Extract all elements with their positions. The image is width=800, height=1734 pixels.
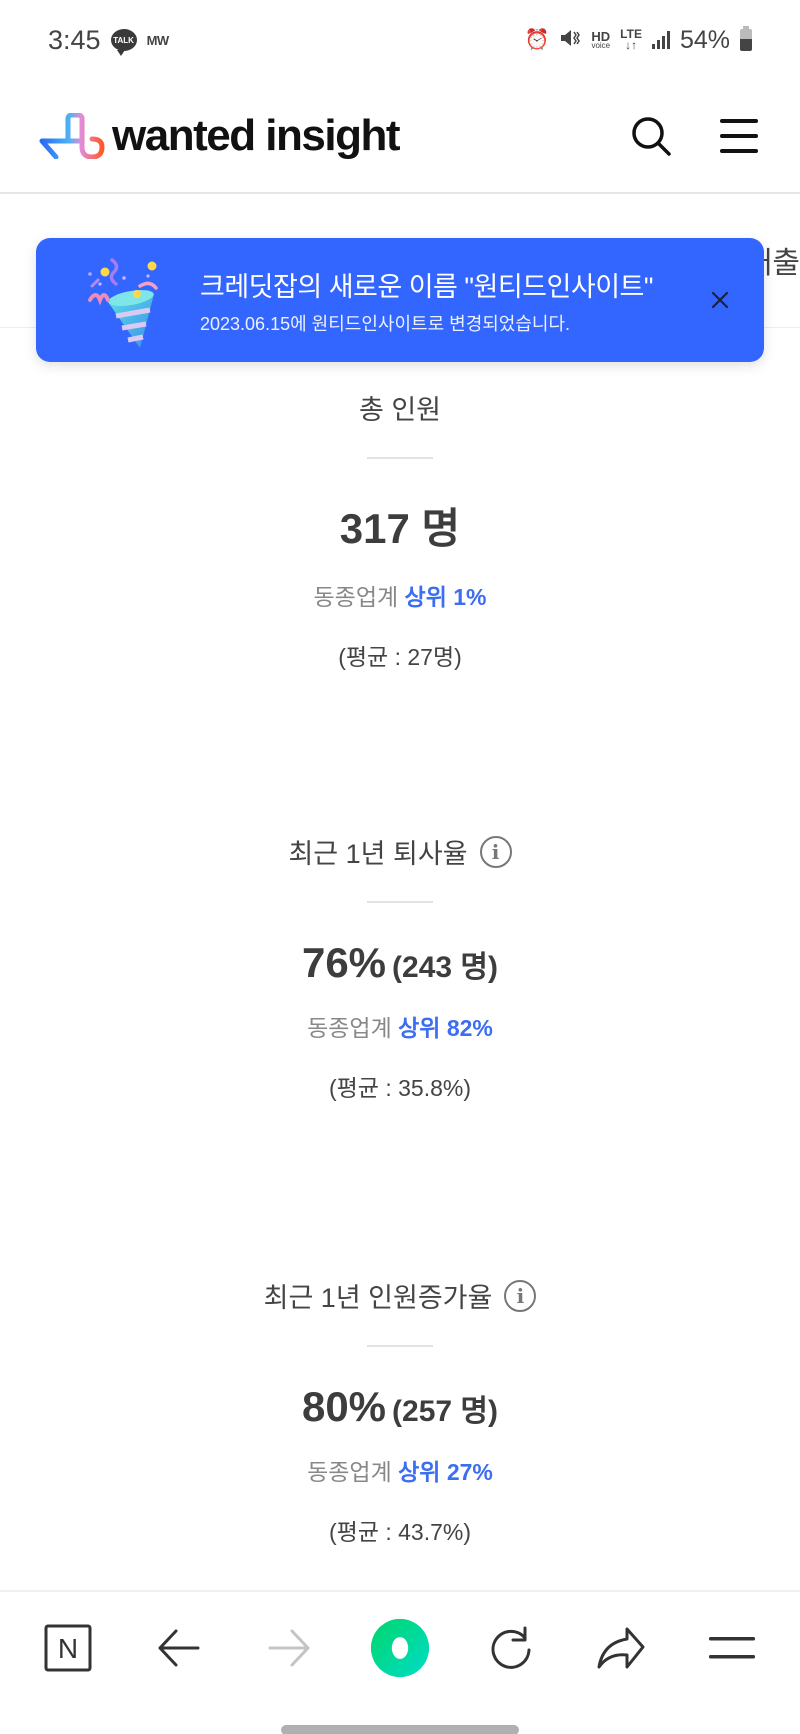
mute-vibrate-icon	[559, 27, 581, 53]
stat-average: (평균 : 43.7%)	[328, 1519, 472, 1545]
stat-title-text: 최근 1년 퇴사율	[288, 839, 468, 869]
stat-value-main: 317 명	[339, 505, 461, 552]
toast-title: 크레딧잡의 새로운 이름 "원티드인사이트"	[200, 271, 653, 302]
rank-prefix: 동종업계	[307, 1459, 399, 1485]
stat-headcount-growth: 최근 1년 인원증가율 i 80% (257 명) 동종업계 상위 27% (평균…	[0, 1276, 800, 1547]
naver-n-label: N	[58, 1633, 78, 1664]
status-bar: 3:45 TALK MW ⏰ HD voice LTE ↓↑ 54%	[0, 0, 800, 80]
kakaotalk-notification-icon: TALK	[110, 29, 137, 56]
search-button[interactable]	[628, 113, 674, 159]
arrow-right-icon	[268, 1629, 310, 1667]
search-icon	[632, 117, 671, 156]
wanted-logo-icon	[39, 113, 105, 159]
lte-arrows: ↓↑	[625, 38, 638, 52]
divider	[367, 1345, 433, 1347]
stat-industry-rank: 동종업계 상위 1%	[0, 578, 800, 612]
hamburger-icon	[720, 119, 758, 153]
stat-value: 76% (243 명)	[0, 939, 800, 987]
rank-value: 상위 27%	[398, 1459, 493, 1485]
clock: 3:45	[48, 24, 101, 55]
divider	[367, 457, 433, 459]
brand-name: wanted insight	[112, 111, 401, 160]
stat-value-count: (243 명)	[392, 951, 499, 984]
divider	[367, 901, 433, 903]
status-left: 3:45 TALK MW	[48, 25, 169, 56]
stat-title: 최근 1년 퇴사율 i	[288, 832, 512, 871]
stat-title-text: 최근 1년 인원증가율	[263, 1283, 493, 1313]
browser-nav-row: N	[0, 1604, 800, 1692]
stat-title: 최근 1년 인원증가율 i	[264, 1276, 537, 1315]
alarm-icon: ⏰	[524, 29, 550, 51]
status-right: ⏰ HD voice LTE ↓↑ 54%	[524, 26, 752, 55]
logo[interactable]: wanted insight	[38, 111, 401, 161]
stat-total-headcount: 총 인원 317 명 동종업계 상위 1% (평균 : 27명)	[0, 388, 800, 672]
stat-average: (평균 : 35.8%)	[328, 1075, 472, 1101]
browser-toolbar: N	[0, 1590, 800, 1734]
app-header: wanted insight	[0, 80, 800, 194]
rank-value: 상위 82%	[398, 1015, 493, 1041]
signal-icon	[651, 31, 670, 49]
naver-n-icon: N	[44, 1624, 92, 1672]
hd-voice-icon: HD voice	[591, 30, 611, 51]
stat-attrition-rate: 최근 1년 퇴사율 i 76% (243 명) 동종업계 상위 82% (평균 :…	[0, 832, 800, 1103]
rename-notice-toast: 크레딧잡의 새로운 이름 "원티드인사이트" 2023.06.15에 원티드인사…	[36, 238, 764, 362]
green-dot-icon	[370, 1618, 430, 1678]
stat-value-main: 76%	[301, 939, 387, 986]
home-indicator[interactable]	[281, 1725, 519, 1734]
close-icon	[711, 291, 729, 309]
info-icon[interactable]: i	[479, 835, 512, 868]
arrow-left-icon	[158, 1629, 200, 1667]
stat-value-count: (257 명)	[392, 1395, 499, 1428]
lte-icon: LTE ↓↑	[620, 28, 642, 52]
hd-sub: voice	[591, 41, 611, 51]
menu-lines-icon	[708, 1637, 755, 1659]
share-icon	[597, 1627, 645, 1669]
stat-value-main: 80%	[301, 1383, 387, 1430]
reload-button[interactable]	[481, 1618, 541, 1678]
toast-subtitle: 2023.06.15에 원티드인사이트로 변경되었습니다.	[200, 313, 571, 334]
stat-industry-rank: 동종업계 상위 82%	[0, 1009, 800, 1043]
battery-icon	[740, 26, 752, 51]
party-popper-icon	[88, 258, 158, 348]
toast-close-button[interactable]	[704, 284, 736, 316]
naver-home-button[interactable]: N	[38, 1618, 98, 1678]
toast-body: 크레딧잡의 새로운 이름 "원티드인사이트" 2023.06.15에 원티드인사…	[200, 265, 704, 336]
rank-prefix: 동종업계	[313, 584, 405, 610]
stat-title: 총 인원	[359, 388, 441, 427]
menu-button[interactable]	[716, 113, 762, 159]
stat-value: 80% (257 명)	[0, 1383, 800, 1431]
rank-value: 상위 1%	[404, 584, 487, 610]
stat-industry-rank: 동종업계 상위 27%	[0, 1453, 800, 1487]
forward-button[interactable]	[259, 1618, 319, 1678]
battery-percent: 54%	[679, 25, 730, 54]
back-button[interactable]	[149, 1618, 209, 1678]
info-icon[interactable]: i	[504, 1279, 537, 1312]
green-dot-button[interactable]	[370, 1618, 430, 1678]
share-button[interactable]	[591, 1618, 651, 1678]
stat-value: 317 명	[0, 495, 800, 556]
browser-menu-button[interactable]	[702, 1618, 762, 1678]
mw-notification-icon: MW	[146, 32, 170, 48]
reload-icon	[491, 1626, 531, 1669]
header-actions	[628, 113, 762, 159]
stat-title-text: 총 인원	[358, 395, 442, 425]
rank-prefix: 동종업계	[307, 1015, 399, 1041]
stat-average: (평균 : 27명)	[338, 644, 462, 670]
